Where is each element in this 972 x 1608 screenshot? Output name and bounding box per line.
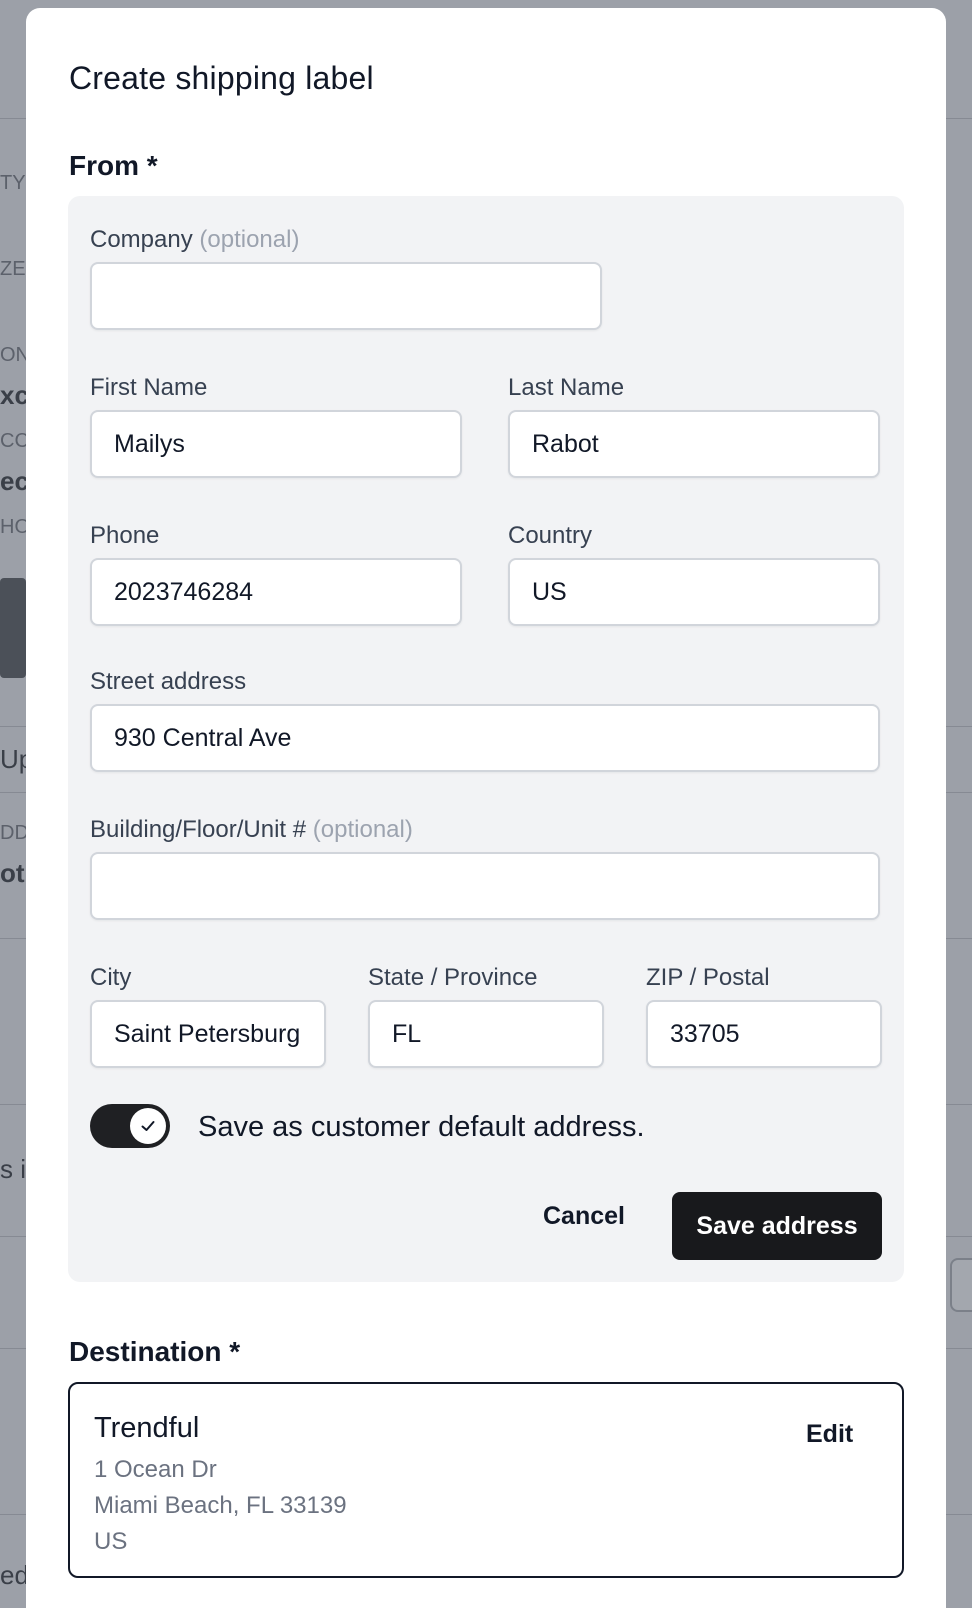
from-section-title: From * xyxy=(69,150,158,181)
destination-section-title: Destination * xyxy=(69,1336,241,1367)
last-name-label: Last Name xyxy=(508,374,625,401)
phone-input[interactable] xyxy=(90,558,462,626)
background-text: ed xyxy=(0,1560,26,1590)
background-text: HO xyxy=(0,516,26,538)
cancel-button[interactable]: Cancel xyxy=(534,1191,634,1241)
background-text: Up xyxy=(0,744,26,774)
last-name-input[interactable] xyxy=(508,410,880,478)
destination-name: Trendful xyxy=(94,1412,200,1444)
unit-input[interactable] xyxy=(90,852,880,920)
zip-label: ZIP / Postal xyxy=(646,964,770,991)
city-label: City xyxy=(90,964,132,991)
street-address-label: Street address xyxy=(90,668,247,695)
unit-label: Building/Floor/Unit # (optional) xyxy=(90,816,413,843)
zip-input[interactable] xyxy=(646,1000,882,1068)
background-text: ot xyxy=(0,858,25,888)
first-name-input[interactable] xyxy=(90,410,462,478)
toggle-knob xyxy=(130,1108,166,1144)
background-thumbnail xyxy=(0,578,26,678)
background-text: xc xyxy=(0,380,26,410)
country-label: Country xyxy=(508,522,593,549)
optional-hint: (optional) xyxy=(312,816,413,843)
background-text: DD xyxy=(0,822,26,844)
edit-destination-button[interactable]: Edit xyxy=(806,1420,853,1449)
street-address-input[interactable] xyxy=(90,704,880,772)
background-text: ON xyxy=(0,344,26,366)
phone-label: Phone xyxy=(90,522,160,549)
destination-address-card: Trendful 1 Ocean Dr Miami Beach, FL 3313… xyxy=(68,1382,904,1578)
company-input[interactable] xyxy=(90,262,602,330)
shipping-label-modal: Create shipping label From * Company (op… xyxy=(26,8,946,1608)
save-address-button[interactable]: Save address xyxy=(672,1192,882,1260)
country-input[interactable] xyxy=(508,558,880,626)
destination-line: Miami Beach, FL 33139 xyxy=(94,1492,347,1519)
destination-line: 1 Ocean Dr xyxy=(94,1456,217,1483)
first-name-label: First Name xyxy=(90,374,208,401)
background-text: s it xyxy=(0,1154,26,1184)
checkmark-icon xyxy=(141,1121,155,1131)
destination-line: US xyxy=(94,1528,128,1555)
modal-title: Create shipping label xyxy=(69,60,374,96)
save-default-label: Save as customer default address. xyxy=(198,1111,645,1143)
background-text: CC xyxy=(0,430,26,452)
state-input[interactable] xyxy=(368,1000,604,1068)
optional-hint: (optional) xyxy=(199,226,300,253)
city-input[interactable] xyxy=(90,1000,326,1068)
background-text: ZE xyxy=(0,258,26,280)
background-text: ec xyxy=(0,466,26,496)
company-label: Company (optional) xyxy=(90,226,300,253)
save-default-toggle[interactable] xyxy=(90,1104,170,1148)
background-button xyxy=(950,1258,972,1312)
background-text: TYL xyxy=(0,172,26,194)
state-label: State / Province xyxy=(368,964,538,991)
